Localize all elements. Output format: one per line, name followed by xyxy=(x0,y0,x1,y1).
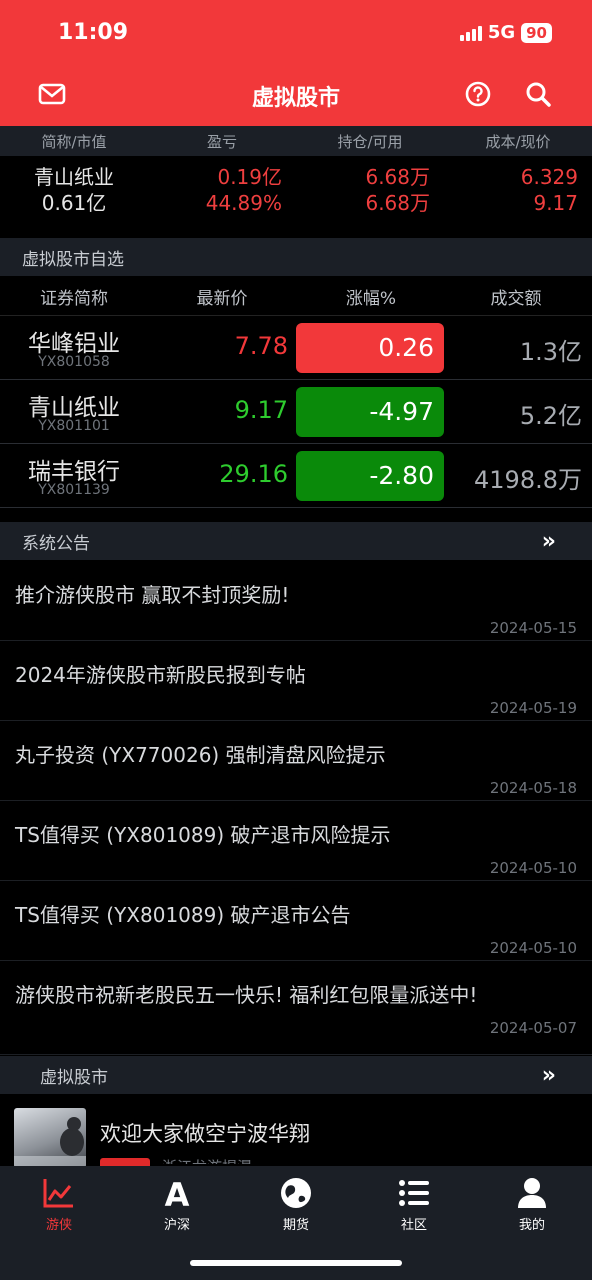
stock-volume: 4198.8万 xyxy=(474,466,582,494)
news-section-header[interactable]: 虚拟股市 » xyxy=(0,1056,592,1094)
announcement-text: 游侠股市祝新老股民五一快乐! 福利红包限量派送中! xyxy=(15,983,478,1007)
tab-community[interactable]: 社区 xyxy=(355,1176,473,1240)
help-icon[interactable] xyxy=(464,80,492,108)
watchlist-header: 证券简称 最新价 涨幅% 成交额 xyxy=(0,278,592,316)
announcement-item[interactable]: TS值得买 (YX801089) 破产退市风险提示 2024-05-10 xyxy=(0,801,592,881)
stock-name: 瑞丰银行 xyxy=(28,459,120,485)
announcement-date: 2024-05-18 xyxy=(489,779,577,797)
page-title: 虚拟股市 xyxy=(251,86,340,111)
double-chevron-right-icon[interactable]: » xyxy=(542,529,556,554)
news-item[interactable]: 欢迎大家做空宁波华翔 浙江龙游揭瀑 xyxy=(0,1096,592,1168)
announcement-item[interactable]: 游侠股市祝新老股民五一快乐! 福利红包限量派送中! 2024-05-07 xyxy=(0,961,592,1055)
announcement-date: 2024-05-15 xyxy=(489,619,577,637)
holding-market-value: 0.61亿 xyxy=(41,191,107,215)
announcement-date: 2024-05-10 xyxy=(489,939,577,957)
announcement-date: 2024-05-19 xyxy=(489,699,577,717)
svg-text:A: A xyxy=(165,1176,190,1210)
signal-icon xyxy=(459,25,482,41)
globe-icon xyxy=(281,1178,311,1208)
double-chevron-right-icon[interactable]: » xyxy=(542,1063,556,1088)
app-header: 11:09 5G 90 虚拟股市 xyxy=(0,0,592,126)
holdings-col-name: 简称/市值 xyxy=(41,132,107,151)
announcements-section-header[interactable]: 系统公告 » xyxy=(0,522,592,560)
watchlist-section-header: 虚拟股市自选 xyxy=(0,238,592,276)
news-headline: 欢迎大家做空宁波华翔 xyxy=(100,1122,310,1146)
tab-label: 我的 xyxy=(518,1218,545,1233)
announcement-text: 推介游侠股市 赢取不封顶奖励! xyxy=(15,583,290,607)
holdings-header: 简称/市值 盈亏 持仓/可用 成本/现价 xyxy=(0,126,592,156)
watchlist-col-name: 证券简称 xyxy=(40,289,108,309)
announcement-date: 2024-05-07 xyxy=(489,1019,577,1037)
stock-volume: 1.3亿 xyxy=(519,338,582,366)
tab-label: 社区 xyxy=(400,1218,427,1233)
tab-label: 沪深 xyxy=(163,1218,190,1233)
stock-code: YX801101 xyxy=(38,418,110,434)
holding-pnl-pct: 44.89% xyxy=(205,191,282,215)
chart-icon xyxy=(43,1179,73,1208)
watchlist-row[interactable]: 瑞丰银行 YX801139 29.16 -2.80 4198.8万 xyxy=(0,446,592,508)
holding-row[interactable]: 青山纸业 0.61亿 0.19亿 44.89% 6.68万 6.68万 6.32… xyxy=(0,158,592,236)
announcement-item[interactable]: 2024年游侠股市新股民报到专帖 2024-05-19 xyxy=(0,641,592,721)
stock-code: YX801139 xyxy=(38,482,110,498)
stock-price: 29.16 xyxy=(219,460,288,488)
holding-available: 6.68万 xyxy=(365,191,430,215)
search-icon[interactable] xyxy=(524,80,552,108)
tab-hushen[interactable]: A 沪深 xyxy=(118,1176,236,1240)
holdings-col-cost: 成本/现价 xyxy=(485,132,551,151)
stock-name: 青山纸业 xyxy=(28,395,120,421)
news-title: 虚拟股市 xyxy=(40,1067,108,1088)
watchlist-row[interactable]: 华峰铝业 YX801058 7.78 0.26 1.3亿 xyxy=(0,318,592,380)
announcement-text: 2024年游侠股市新股民报到专帖 xyxy=(15,663,306,687)
tab-me[interactable]: 我的 xyxy=(473,1176,591,1240)
announcements-title: 系统公告 xyxy=(22,533,90,554)
tab-label: 游侠 xyxy=(45,1218,72,1233)
home-indicator xyxy=(190,1260,402,1266)
stock-price: 9.17 xyxy=(234,396,288,424)
watchlist-row[interactable]: 青山纸业 YX801101 9.17 -4.97 5.2亿 xyxy=(0,382,592,444)
watchlist-col-price: 最新价 xyxy=(196,289,248,309)
stock-change-badge: -4.97 xyxy=(296,387,444,437)
status-indicators: 5G 90 xyxy=(459,22,552,43)
network-label: 5G xyxy=(487,22,516,43)
tab-youxia[interactable]: 游侠 xyxy=(0,1176,118,1240)
holding-current: 9.17 xyxy=(533,191,578,215)
announcement-text: TS值得买 (YX801089) 破产退市公告 xyxy=(15,903,351,927)
watchlist-col-volume[interactable]: 成交额 xyxy=(466,284,566,309)
announcement-date: 2024-05-10 xyxy=(489,859,577,877)
holding-cost: 6.329 xyxy=(520,165,578,189)
announcement-text: TS值得买 (YX801089) 破产退市风险提示 xyxy=(15,823,391,847)
status-time: 11:09 xyxy=(58,20,129,45)
news-thumbnail xyxy=(14,1108,86,1168)
list-icon xyxy=(399,1180,429,1206)
watchlist-col-change[interactable]: 涨幅% xyxy=(316,284,426,309)
watchlist-title: 虚拟股市自选 xyxy=(22,249,124,270)
holdings-col-pnl: 盈亏 xyxy=(206,132,237,151)
stock-name: 华峰铝业 xyxy=(28,331,120,357)
announcement-item[interactable]: 丸子投资 (YX770026) 强制清盘风险提示 2024-05-18 xyxy=(0,721,592,801)
stock-volume: 5.2亿 xyxy=(519,402,582,430)
holding-name: 青山纸业 xyxy=(34,165,114,189)
stock-code: YX801058 xyxy=(38,354,110,370)
person-icon xyxy=(518,1178,546,1208)
tab-futures[interactable]: 期货 xyxy=(237,1176,355,1240)
holding-pnl: 0.19亿 xyxy=(217,165,282,189)
stock-price: 7.78 xyxy=(234,332,288,360)
announcement-item[interactable]: TS值得买 (YX801089) 破产退市公告 2024-05-10 xyxy=(0,881,592,961)
letter-a-icon: A xyxy=(165,1176,190,1210)
holdings-col-position: 持仓/可用 xyxy=(337,132,403,151)
announcement-text: 丸子投资 (YX770026) 强制清盘风险提示 xyxy=(15,743,386,767)
announcement-item[interactable]: 推介游侠股市 赢取不封顶奖励! 2024-05-15 xyxy=(0,561,592,641)
battery-icon: 90 xyxy=(521,22,552,43)
stock-change-badge: 0.26 xyxy=(296,323,444,373)
holding-position: 6.68万 xyxy=(365,165,430,189)
news-source: 浙江龙游揭瀑 xyxy=(162,1156,252,1164)
tab-label: 期货 xyxy=(282,1218,309,1233)
stock-change-badge: -2.80 xyxy=(296,451,444,501)
